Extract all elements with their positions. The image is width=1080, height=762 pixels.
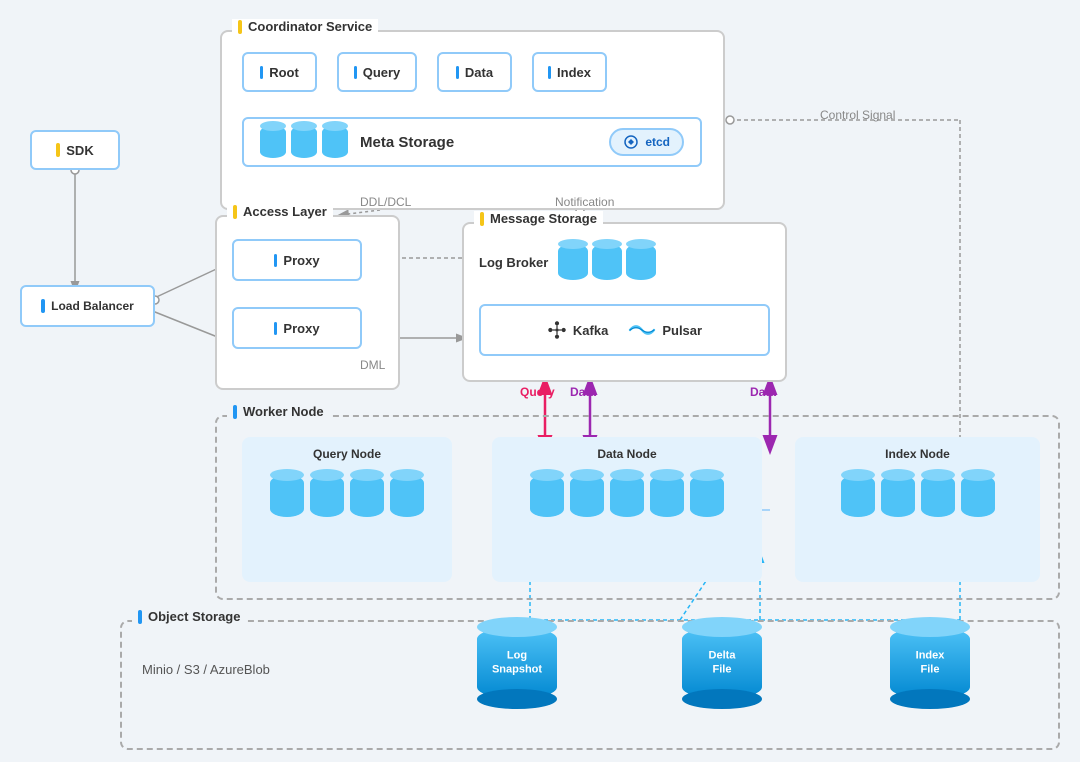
kafka-item: Kafka (547, 320, 608, 340)
data-arrow-label-right: Data (750, 385, 776, 399)
log-snapshot-cylinder: Log Snapshot (477, 627, 557, 699)
coordinator-service-label: Coordinator Service (232, 19, 378, 34)
etcd-label: etcd (645, 135, 670, 149)
index-node-label: Index Node (795, 437, 1040, 461)
provider-label: Minio / S3 / AzureBlob (142, 662, 270, 677)
message-storage-label: Message Storage (474, 211, 603, 226)
dml-label: DML (360, 358, 385, 372)
index-node-cylinders (795, 475, 1040, 517)
query-node-area: Query Node (242, 437, 452, 582)
log-broker-cylinders (558, 244, 656, 280)
access-layer-label: Access Layer (227, 204, 333, 219)
object-storage-section-label: Object Storage (132, 609, 246, 624)
etcd-icon (623, 134, 639, 150)
notification-label: Notification (555, 195, 614, 209)
control-signal-label: Control Signal (820, 108, 895, 122)
pulsar-icon (628, 321, 656, 339)
coord-accent-bar (238, 20, 242, 34)
ddl-dcl-label: DDL/DCL (360, 195, 411, 209)
message-storage-container: Message Storage Log Broker (462, 222, 787, 382)
worker-node-container: Worker Node Query Node (215, 415, 1060, 600)
data-box: Data (437, 52, 512, 92)
log-broker-label: Log Broker (479, 255, 548, 270)
lb-label: Load Balancer (51, 299, 134, 313)
meta-cylinders (260, 126, 348, 158)
index-box: Index (532, 52, 607, 92)
log-snapshot-label: Log Snapshot (492, 649, 542, 678)
kafka-pulsar-box: Kafka Pulsar (479, 304, 770, 356)
pulsar-label: Pulsar (662, 323, 702, 338)
query-box: Query (337, 52, 417, 92)
worker-node-label: Worker Node (227, 404, 330, 419)
etcd-badge: etcd (609, 128, 684, 156)
query-node-cylinders (242, 475, 452, 517)
root-box: Root (242, 52, 317, 92)
coordinator-service-container: Coordinator Service Root Query Data Inde… (220, 30, 725, 210)
index-file-cylinder: Index File (890, 627, 970, 699)
object-storage-container: Object Storage Minio / S3 / AzureBlob Lo… (120, 620, 1060, 750)
index-file-label: Index File (916, 649, 945, 678)
data-node-label: Data Node (492, 437, 762, 461)
query-node-label: Query Node (242, 437, 452, 461)
proxy2-box: Proxy (232, 307, 362, 349)
log-broker-row: Log Broker (479, 244, 770, 280)
data-node-cylinders (492, 475, 762, 517)
diagram-container: SDK Load Balancer Coordinator Service Ro… (0, 0, 1080, 762)
meta-storage-box: Meta Storage etcd (242, 117, 702, 167)
load-balancer-box: Load Balancer (20, 285, 155, 327)
sdk-label: SDK (66, 143, 93, 158)
delta-file-cylinder: Delta File (682, 627, 762, 699)
sdk-box: SDK (30, 130, 120, 170)
kafka-icon (547, 320, 567, 340)
data-arrow-label-left: Data (570, 385, 596, 399)
pulsar-item: Pulsar (628, 321, 702, 339)
delta-file-label: Delta File (709, 649, 736, 678)
index-node-area: Index Node (795, 437, 1040, 582)
query-arrow-label: Query (520, 385, 555, 399)
data-node-area: Data Node (492, 437, 762, 582)
meta-storage-label: Meta Storage (360, 134, 597, 151)
kafka-label: Kafka (573, 323, 608, 338)
proxy1-box: Proxy (232, 239, 362, 281)
